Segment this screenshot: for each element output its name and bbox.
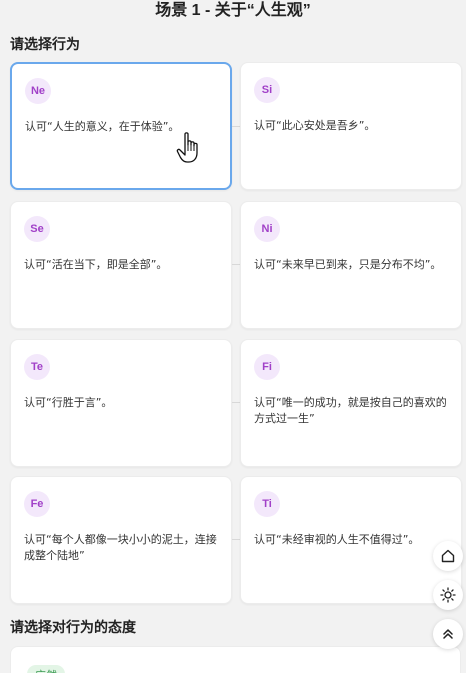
option-text: 认可“唯一的成功，就是按自己的喜欢的方式过一生” xyxy=(254,396,447,425)
card-connector xyxy=(232,264,240,265)
option-card-se[interactable]: Se 认可“活在当下，即是全部”。 xyxy=(10,201,232,329)
attitude-tag[interactable]: 应然 xyxy=(27,665,65,673)
option-card-ni[interactable]: Ni 认可“未来早已到来，只是分布不均”。 xyxy=(240,201,462,329)
option-text: 认可“此心安处是吾乡”。 xyxy=(254,119,376,132)
attitude-card[interactable]: 应然 xyxy=(10,646,461,673)
page-title: 场景 1 - 关于“人生观” xyxy=(155,2,311,19)
home-button[interactable] xyxy=(433,541,463,571)
option-text: 认可“行胜于言”。 xyxy=(24,396,113,409)
option-badge: Fi xyxy=(254,354,280,380)
option-text: 认可“未经审视的人生不值得过”。 xyxy=(254,533,420,546)
option-card-fi[interactable]: Fi 认可“唯一的成功，就是按自己的喜欢的方式过一生” xyxy=(240,339,462,467)
double-chevron-up-icon xyxy=(443,629,453,639)
option-text: 认可“未来早已到来，只是分布不均”。 xyxy=(254,258,442,271)
hand-pointer-icon xyxy=(176,132,198,163)
option-badge: Ni xyxy=(254,216,280,242)
card-connector xyxy=(232,539,240,540)
option-text: 认可“每个人都像一块小小的泥土，连接成整个陆地” xyxy=(24,533,217,562)
option-badge: Si xyxy=(254,77,280,103)
sun-icon xyxy=(440,587,456,603)
option-card-te[interactable]: Te 认可“行胜于言”。 xyxy=(10,339,232,467)
option-card-ne[interactable]: Ne 认可“人生的意义，在于体验”。 xyxy=(10,62,232,190)
card-connector xyxy=(232,402,240,403)
behavior-section-label: 请选择行为 xyxy=(10,36,80,52)
option-badge: Fe xyxy=(24,491,50,517)
option-badge: Te xyxy=(24,354,50,380)
option-card-si[interactable]: Si 认可“此心安处是吾乡”。 xyxy=(240,62,462,190)
option-card-ti[interactable]: Ti 认可“未经审视的人生不值得过”。 xyxy=(240,476,462,604)
attitude-section-label: 请选择对行为的态度 xyxy=(10,619,136,635)
scroll-top-button[interactable] xyxy=(433,619,463,649)
option-badge: Ne xyxy=(25,78,51,104)
home-icon xyxy=(441,549,455,563)
option-badge: Se xyxy=(24,216,50,242)
card-connector xyxy=(232,126,240,127)
theme-toggle-button[interactable] xyxy=(433,580,463,610)
option-card-fe[interactable]: Fe 认可“每个人都像一块小小的泥土，连接成整个陆地” xyxy=(10,476,232,604)
option-text: 认可“活在当下，即是全部”。 xyxy=(24,258,168,271)
option-badge: Ti xyxy=(254,491,280,517)
